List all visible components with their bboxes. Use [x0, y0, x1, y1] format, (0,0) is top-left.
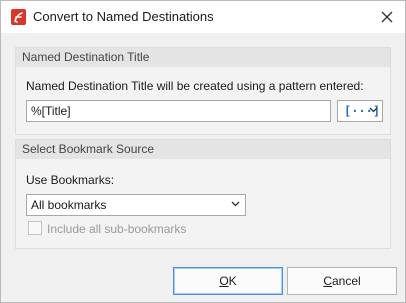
select-bookmark-source-group: Select Bookmark Source Use Bookmarks: Al…	[15, 139, 391, 249]
ok-accelerator: O	[219, 274, 229, 288]
chevron-down-icon	[369, 107, 378, 113]
title-bar: Convert to Named Destinations	[1, 1, 405, 33]
ok-label-rest: K	[228, 274, 237, 288]
chevron-down-icon	[231, 201, 240, 207]
ok-button[interactable]: OK	[173, 267, 283, 295]
close-icon	[381, 11, 393, 23]
title-pattern-input[interactable]: %[Title]	[26, 100, 331, 122]
group-header: Select Bookmark Source	[16, 140, 390, 159]
use-bookmarks-label: Use Bookmarks:	[26, 173, 115, 187]
window-title: Convert to Named Destinations	[33, 9, 214, 24]
cancel-label-rest: ancel	[331, 274, 361, 288]
include-sub-bookmarks-checkbox[interactable]	[28, 221, 42, 235]
app-logo-icon	[11, 9, 26, 25]
cancel-button[interactable]: Cancel	[287, 267, 397, 295]
insert-macro-button[interactable]: [···]	[337, 100, 383, 122]
group-header: Named Destination Title	[16, 48, 390, 67]
include-sub-bookmarks-label: Include all sub-bookmarks	[47, 222, 187, 236]
cancel-accelerator: C	[323, 274, 332, 288]
convert-to-named-destinations-dialog: Convert to Named Destinations Named Dest…	[0, 0, 406, 303]
bookmarks-dropdown[interactable]: All bookmarks	[26, 194, 246, 216]
bookmarks-dropdown-value: All bookmarks	[31, 198, 107, 212]
named-destination-title-group: Named Destination Title Named Destinatio…	[15, 47, 391, 135]
pattern-description: Named Destination Title will be created …	[26, 79, 364, 93]
close-button[interactable]	[371, 1, 403, 33]
